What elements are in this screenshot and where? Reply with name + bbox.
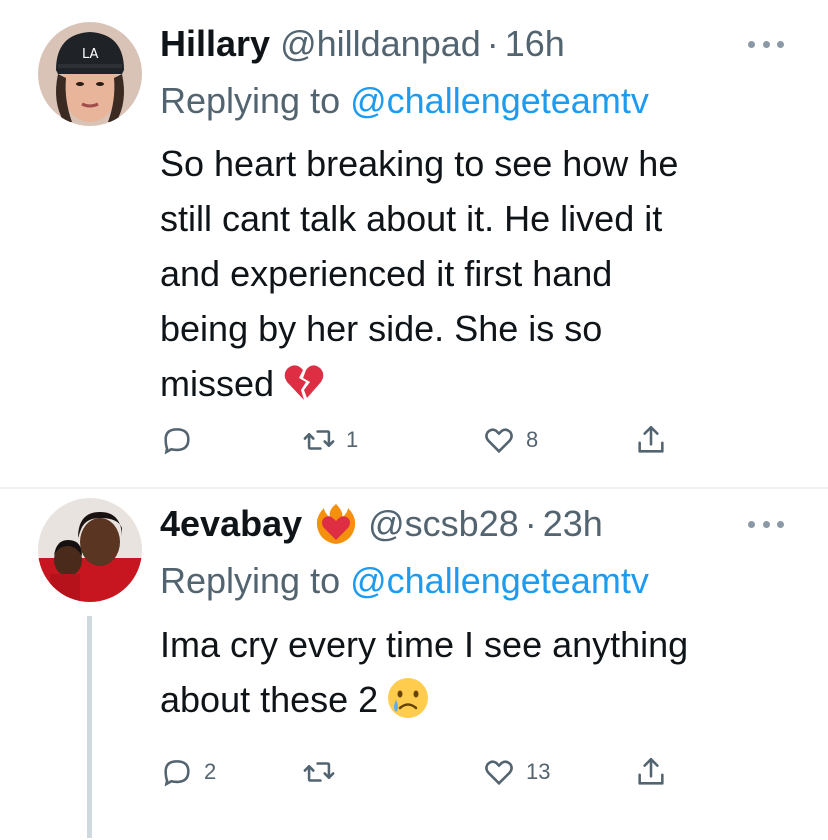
like-count: 13 [526, 759, 551, 784]
separator-dot: · [524, 503, 537, 544]
tweet-header: Hillary @hilldanpad · 16h [160, 22, 565, 66]
thread-line [87, 616, 92, 838]
tweet-divider [0, 487, 828, 489]
reply-icon [160, 423, 194, 457]
reply-button[interactable]: 2 [160, 752, 216, 792]
heart-on-fire-icon [314, 502, 358, 546]
retweet-icon [302, 755, 336, 789]
tweet-text-line: missed [160, 363, 275, 404]
share-icon [634, 423, 668, 457]
more-icon[interactable] [748, 39, 784, 49]
tweet-text-line: still cant talk about it. He lived it [160, 198, 663, 239]
separator-dot: · [486, 23, 499, 64]
tweet-text-line-last: about these 2 [160, 672, 688, 727]
share-icon [634, 755, 668, 789]
tweet-1[interactable]: LA Hillary @hilldanpad · 16h Replying to… [0, 0, 828, 488]
retweet-button[interactable]: 1 [302, 420, 358, 460]
author-name[interactable]: Hillary [160, 22, 270, 66]
tweet-text-line: being by her side. She is so [160, 308, 603, 349]
share-button[interactable] [634, 752, 668, 792]
replying-prefix: Replying to [160, 560, 351, 601]
tweet-2[interactable]: 4evabay @scsb28 · 23h Replying to @chall… [0, 490, 828, 840]
retweet-count: 1 [346, 427, 359, 452]
like-icon [482, 755, 516, 789]
tweet-actions: 2 13 [160, 752, 680, 792]
tweet-actions: 1 8 [160, 420, 680, 460]
tweet-text: Ima cry every time I see anything about … [160, 617, 688, 727]
svg-text:LA: LA [82, 47, 99, 62]
retweet-icon [302, 423, 336, 457]
like-icon [482, 423, 516, 457]
reply-icon [160, 755, 194, 789]
like-button[interactable]: 8 [482, 420, 538, 460]
reply-button[interactable] [160, 420, 204, 460]
replying-to: Replying to @challengeteamtv [160, 79, 649, 123]
timestamp[interactable]: 23h [543, 502, 603, 546]
more-icon[interactable] [748, 519, 784, 529]
tweet-text-line: and experienced it first hand [160, 253, 613, 294]
author-handle[interactable]: @hilldanpad [280, 22, 481, 66]
tweet-text-line: Ima cry every time I see anything [160, 624, 689, 665]
tweet-text: So heart breaking to see how he still ca… [160, 136, 678, 411]
retweet-button[interactable] [302, 752, 346, 792]
replying-prefix: Replying to [160, 80, 351, 121]
reply-count: 2 [204, 759, 217, 784]
like-button[interactable]: 13 [482, 752, 550, 792]
avatar[interactable] [38, 498, 142, 602]
crying-face-icon [386, 676, 430, 720]
share-button[interactable] [634, 420, 668, 460]
avatar[interactable]: LA [38, 22, 142, 126]
timestamp[interactable]: 16h [505, 22, 565, 66]
tweet-text-line: So heart breaking to see how he [160, 143, 679, 184]
tweet-text-line: about these 2 [160, 679, 379, 720]
tweet-header: 4evabay @scsb28 · 23h [160, 502, 603, 546]
author-handle[interactable]: @scsb28 [368, 502, 519, 546]
replying-to-mention[interactable]: @challengeteamtv [350, 80, 649, 121]
tweet-text-line-last: missed [160, 356, 678, 411]
broken-heart-icon [282, 360, 326, 404]
replying-to-mention[interactable]: @challengeteamtv [350, 560, 649, 601]
author-name[interactable]: 4evabay [160, 502, 302, 546]
like-count: 8 [526, 427, 539, 452]
replying-to: Replying to @challengeteamtv [160, 559, 649, 603]
